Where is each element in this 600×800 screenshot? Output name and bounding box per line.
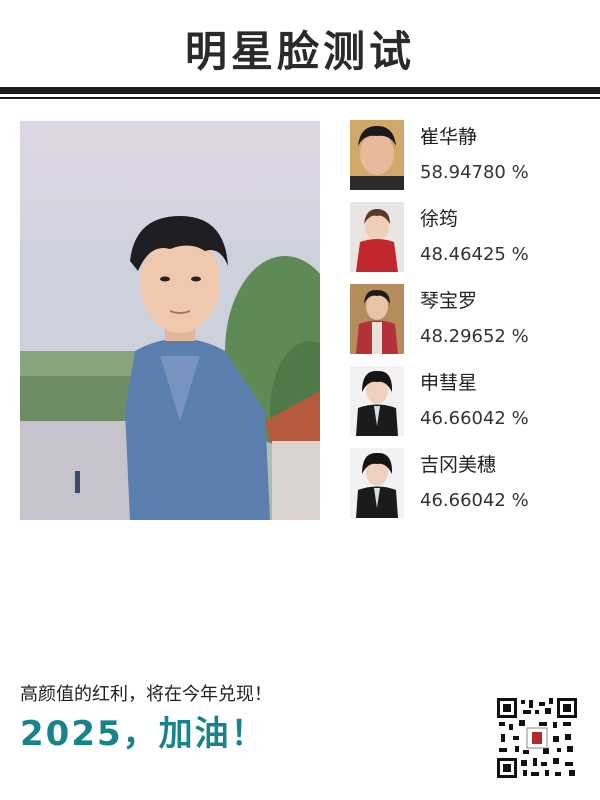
- match-name: 琴宝罗: [420, 290, 478, 312]
- match-score: 46.66042 %: [420, 490, 529, 511]
- match-score: 48.46425 %: [420, 244, 529, 265]
- match-item[interactable]: 吉冈美穗 46.66042 %: [350, 448, 590, 530]
- match-score: 46.66042 %: [420, 408, 529, 429]
- match-item[interactable]: 崔华静 58.94780 %: [350, 120, 590, 202]
- qr-code-icon[interactable]: [495, 696, 579, 780]
- match-item[interactable]: 琴宝罗 48.29652 %: [350, 284, 590, 366]
- page-title: 明星脸测试: [184, 27, 415, 76]
- match-score: 58.94780 %: [420, 162, 529, 183]
- match-name: 吉冈美穗: [420, 454, 497, 476]
- footer-slogan: 2025，加油！: [20, 714, 267, 754]
- user-portrait-photo: [20, 121, 320, 520]
- match-name: 崔华静: [420, 126, 478, 148]
- match-score: 48.29652 %: [420, 326, 529, 347]
- celebrity-portrait: [350, 366, 404, 436]
- header-divider-thin: [0, 97, 600, 99]
- match-list: 崔华静 58.94780 % 徐筠 48.46425 % 琴宝罗 48.2965…: [350, 120, 590, 530]
- celebrity-portrait: [350, 120, 404, 190]
- match-item[interactable]: 徐筠 48.46425 %: [350, 202, 590, 284]
- match-item[interactable]: 申彗星 46.66042 %: [350, 366, 590, 448]
- celebrity-portrait: [350, 284, 404, 354]
- footer-message: 高颜值的红利，将在今年兑现！: [20, 684, 272, 705]
- match-name: 徐筠: [420, 208, 459, 230]
- celebrity-portrait: [350, 202, 404, 272]
- match-name: 申彗星: [420, 372, 478, 394]
- celebrity-portrait: [350, 448, 404, 518]
- header-divider: [0, 87, 600, 94]
